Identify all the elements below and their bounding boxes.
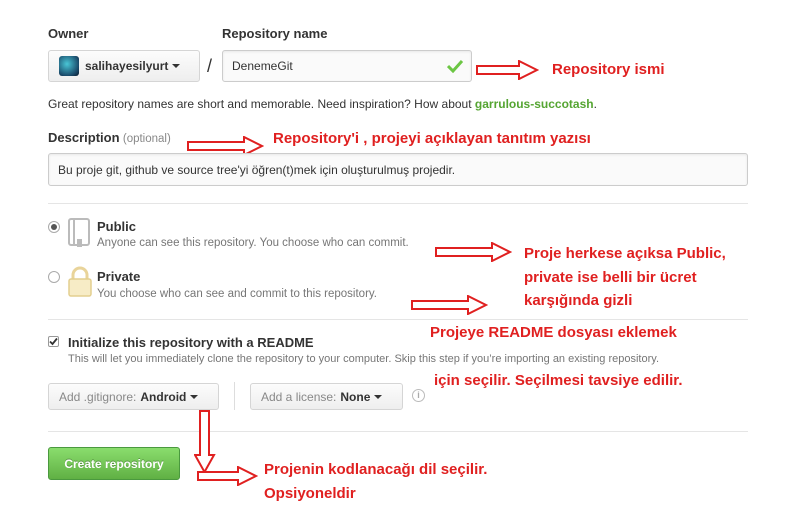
description-value: Bu proje git, github ve source tree'yi ö… <box>58 162 456 177</box>
description-input[interactable]: Bu proje git, github ve source tree'yi ö… <box>48 153 748 186</box>
chevron-down-icon <box>190 394 199 399</box>
annotation-readme-line2: için seçilir. Seçilmesi tavsiye edilir. <box>434 372 683 389</box>
avatar <box>59 56 79 76</box>
owner-name: salihayesilyurt <box>85 59 169 73</box>
owner-label: Owner <box>48 26 89 41</box>
annotation-visibility-line1: Proje herkese açıksa Public, <box>524 245 726 262</box>
divider <box>48 431 748 432</box>
repo-name-label: Repository name <box>222 26 328 41</box>
hint-suffix: . <box>593 97 597 111</box>
private-radio[interactable] <box>48 271 60 283</box>
public-desc: Anyone can see this repository. You choo… <box>97 237 409 249</box>
public-radio[interactable] <box>48 221 60 233</box>
annotation-arrow-public <box>435 242 512 262</box>
optional-tag: (optional) <box>122 133 171 145</box>
readme-checkbox[interactable] <box>48 336 59 347</box>
license-select[interactable]: Add a license: None <box>250 383 403 410</box>
book-icon <box>68 218 90 247</box>
chevron-down-icon <box>374 394 383 399</box>
info-icon[interactable]: i <box>412 389 425 402</box>
private-desc: You choose who can see and commit to thi… <box>97 288 377 300</box>
annotation-repo-name: Repository ismi <box>552 61 665 78</box>
private-title: Private <box>97 269 141 284</box>
annotation-arrow-repo <box>476 60 539 80</box>
annotation-description: Repository'i , projeyi açıklayan tanıtım… <box>273 130 591 147</box>
gitignore-value: Android <box>140 389 187 404</box>
annotation-visibility-line3: karşığında gizli <box>524 292 633 309</box>
annotation-visibility-line2: private ise belli bir ücret <box>524 269 697 286</box>
annotation-readme-line1: Projeye README dosyası eklemek <box>430 324 677 341</box>
divider <box>234 382 235 410</box>
lock-icon <box>68 266 92 297</box>
readme-desc: This will let you immediately clone the … <box>68 353 659 365</box>
check-icon <box>447 59 463 73</box>
name-hint: Great repository names are short and mem… <box>48 97 597 111</box>
repo-name-value: DenemeGit <box>232 59 293 73</box>
license-label: Add a license: <box>261 389 337 404</box>
annotation-arrow-private <box>411 295 488 315</box>
owner-select[interactable]: salihayesilyurt <box>48 50 200 82</box>
divider <box>48 319 748 320</box>
license-value: None <box>340 389 371 404</box>
annotation-gitignore-line1: Projenin kodlanacağı dil seçilir. <box>264 461 488 478</box>
create-repository-button[interactable]: Create repository <box>48 447 180 480</box>
path-separator: / <box>207 56 213 76</box>
gitignore-select[interactable]: Add .gitignore: Android <box>48 383 219 410</box>
chevron-down-icon <box>172 64 181 68</box>
checkmark-icon <box>49 337 58 346</box>
gitignore-label: Add .gitignore: <box>59 389 137 404</box>
annotation-gitignore-line2: Opsiyoneldir <box>264 485 356 502</box>
readme-title: Initialize this repository with a README <box>68 335 314 350</box>
hint-text: Great repository names are short and mem… <box>48 97 475 111</box>
public-title: Public <box>97 219 137 234</box>
repo-name-input[interactable]: DenemeGit <box>222 50 472 82</box>
divider <box>48 203 748 204</box>
description-label-group: Description (optional) <box>48 130 171 145</box>
description-label: Description <box>48 130 120 145</box>
annotation-arrow-gitignore-right <box>197 466 258 486</box>
name-suggestion-link[interactable]: garrulous-succotash <box>475 97 594 111</box>
